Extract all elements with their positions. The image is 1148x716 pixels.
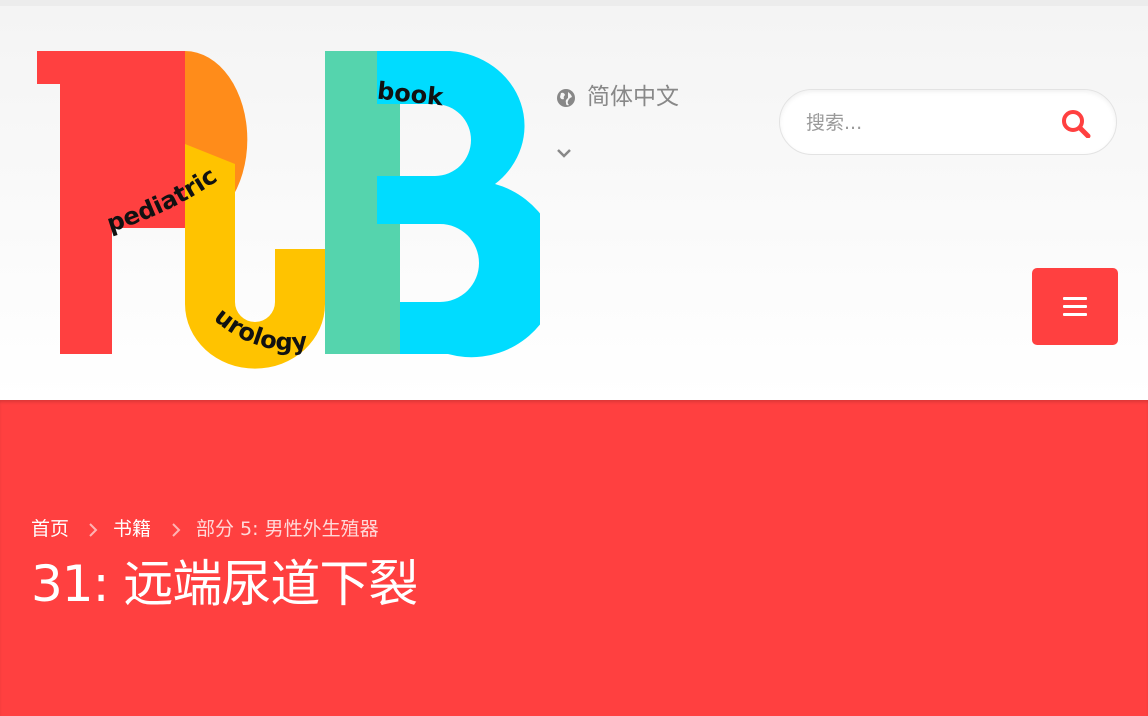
search-input[interactable] [804, 107, 1038, 139]
page-hero: 首页 书籍 部分 5: 男性外生殖器 31: 远端尿道下裂 [0, 400, 1148, 716]
language-label[interactable]: 简体中文 [587, 82, 679, 112]
chevron-right-icon [171, 521, 181, 543]
breadcrumb-home[interactable]: 首页 [31, 516, 69, 542]
pub-logo[interactable]: book pediatric urology [30, 44, 540, 374]
globe-icon [556, 88, 576, 114]
search-icon[interactable] [1060, 108, 1092, 139]
site-header: book pediatric urology 简体中文 [0, 6, 1148, 400]
chevron-right-icon [88, 521, 98, 543]
breadcrumb-books[interactable]: 书籍 [113, 516, 151, 542]
page-title: 31: 远端尿道下裂 [31, 555, 418, 613]
chevron-down-icon[interactable] [556, 138, 572, 164]
breadcrumb-current: 部分 5: 男性外生殖器 [196, 518, 379, 540]
hamburger-icon [1063, 297, 1087, 316]
menu-button[interactable] [1032, 268, 1118, 345]
search-box [779, 89, 1117, 155]
